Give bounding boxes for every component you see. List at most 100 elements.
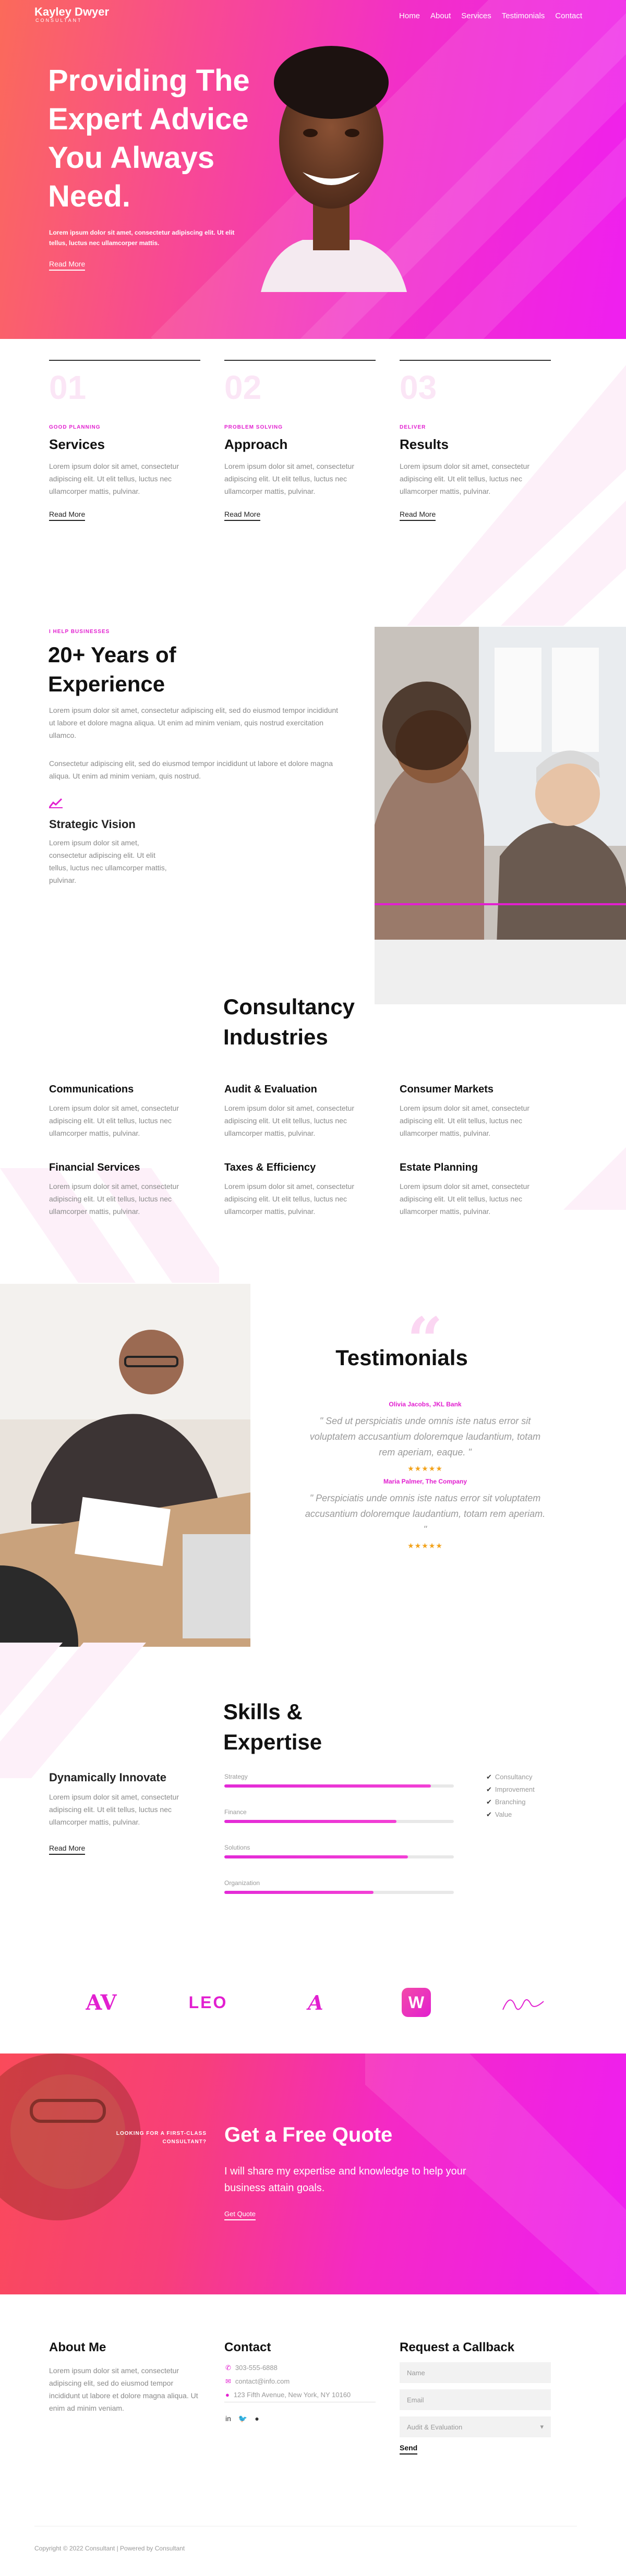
- send-button[interactable]: Send: [400, 2444, 418, 2455]
- feature-eyebrow: PROBLEM SOLVING: [224, 424, 283, 430]
- feature-read-more-button[interactable]: Read More: [400, 510, 436, 521]
- quote-title: Get a Free Quote: [224, 2123, 393, 2146]
- star-rating: ★★★★★: [407, 1541, 443, 1550]
- check-item: ✔ Value: [486, 1811, 512, 1818]
- skill-bar: Organization: [224, 1879, 454, 1894]
- consultancy-title: Consultancy Industries: [223, 994, 355, 1049]
- industry-text: Lorem ipsum dolor sit amet, consectetur …: [224, 1104, 354, 1137]
- hero-read-more-button[interactable]: Read More: [49, 260, 86, 271]
- feature-eyebrow: DELIVER: [400, 424, 426, 430]
- skill-fill: [224, 1820, 396, 1823]
- nav-contact[interactable]: Contact: [555, 11, 582, 20]
- callback-form: Name Email Audit & Evaluation ▾ Send: [400, 2362, 551, 2455]
- feature-card: 03 DELIVER Results Lorem ipsum dolor sit…: [400, 360, 551, 521]
- testimonials-title: Testimonials: [335, 1345, 468, 1370]
- hero-title: Providing The Expert Advice You Always N…: [48, 64, 250, 213]
- skill-fill: [224, 1891, 374, 1894]
- testimonial: Olivia Jacobs, JKL Bank " Sed ut perspic…: [303, 1401, 548, 1473]
- industry-title: Consumer Markets: [400, 1084, 494, 1095]
- industry-text: Lorem ipsum dolor sit amet, consectetur …: [224, 1182, 354, 1216]
- industry-title: Estate Planning: [400, 1162, 478, 1173]
- team-photo: [375, 627, 626, 1004]
- skills-checklist: ✔ Consultancy ✔ Improvement ✔ Branching ✔ Va…: [486, 1771, 535, 1821]
- skill-fill: [224, 1855, 408, 1858]
- feature-text: Lorem ipsum dolor sit amet, consectetur …: [224, 462, 354, 495]
- feature-number: 02: [224, 369, 262, 406]
- industry-text: Lorem ipsum dolor sit amet, consectetur …: [49, 1104, 179, 1137]
- experience-eyebrow: I HELP BUSINESSES: [49, 629, 110, 635]
- about-text: Lorem ipsum dolor sit amet, consectetur …: [49, 2366, 198, 2412]
- skill-fill: [224, 1784, 431, 1788]
- feature-number: 01: [49, 369, 87, 406]
- get-quote-button[interactable]: Get Quote: [224, 2210, 256, 2220]
- skills-side-title: Dynamically Innovate: [49, 1771, 166, 1784]
- service-select[interactable]: Audit & Evaluation ▾: [400, 2416, 551, 2437]
- feature-title: Results: [400, 436, 449, 452]
- star-rating: ★★★★★: [407, 1464, 443, 1473]
- check-icon: ✔: [486, 1811, 492, 1818]
- industry-text: Lorem ipsum dolor sit amet, consectetur …: [49, 1182, 179, 1216]
- linkedin-icon[interactable]: in: [225, 2414, 231, 2423]
- feature-number: 03: [400, 369, 437, 406]
- skills-read-more-button[interactable]: Read More: [49, 1844, 86, 1855]
- nav-home[interactable]: Home: [399, 11, 420, 20]
- contact-title: Contact: [224, 2340, 271, 2354]
- testimonial-author: Maria Palmer, The Company: [383, 1478, 467, 1485]
- name-field[interactable]: Name: [400, 2362, 551, 2383]
- testimonial-author: Olivia Jacobs, JKL Bank: [389, 1401, 462, 1408]
- feature-read-more-button[interactable]: Read More: [49, 510, 86, 521]
- contact-list: ✆ 303-555-6888 ✉ contact@info.com ● 123 Fif…: [225, 2361, 351, 2402]
- skill-label: Solutions: [224, 1844, 250, 1851]
- logo-w: W: [401, 1987, 432, 2018]
- check-icon: ✔: [486, 1773, 492, 1781]
- nav-services[interactable]: Services: [461, 11, 491, 20]
- contact-email[interactable]: ✉ contact@info.com: [225, 2375, 351, 2388]
- feature-card: 01 GOOD PLANNING Services Lorem ipsum do…: [49, 360, 200, 521]
- social-links: in 🐦 ●: [225, 2414, 259, 2423]
- brand-name[interactable]: Kayley Dwyer: [34, 5, 109, 19]
- check-item: ✔ Improvement: [486, 1785, 535, 1793]
- nav-about[interactable]: About: [430, 11, 451, 20]
- quote-subtitle: I will share my expertise and knowledge …: [224, 2166, 466, 2194]
- contact-address: ● 123 Fifth Avenue, New York, NY 10160: [225, 2391, 351, 2399]
- industry-item: Consumer Markets Lorem ipsum dolor sit a…: [400, 1084, 556, 1139]
- callback-title: Request a Callback: [400, 2340, 515, 2354]
- contact-phone[interactable]: ✆ 303-555-6888: [225, 2361, 351, 2375]
- client-logos: AV LEO A W: [0, 1987, 626, 2023]
- email-field[interactable]: Email: [400, 2389, 551, 2410]
- mail-icon: ✉: [225, 2377, 231, 2385]
- about-title: About Me: [49, 2340, 106, 2354]
- feature-read-more-button[interactable]: Read More: [224, 510, 261, 521]
- testimonial: Maria Palmer, The Company " Perspiciatis…: [303, 1478, 548, 1550]
- industry-text: Lorem ipsum dolor sit amet, consectetur …: [400, 1182, 529, 1216]
- location-icon: ●: [225, 2391, 230, 2399]
- skill-label: Finance: [224, 1808, 247, 1816]
- github-icon[interactable]: ●: [255, 2414, 259, 2423]
- testimonial-quote: " Perspiciatis unde omnis iste natus err…: [305, 1493, 546, 1535]
- skill-bar: Solutions: [224, 1844, 454, 1858]
- skill-label: Organization: [224, 1879, 260, 1887]
- skills-side-text: Lorem ipsum dolor sit amet, consectetur …: [49, 1793, 179, 1826]
- logo-leo: LEO: [188, 1992, 228, 2012]
- logo-signature: [502, 1999, 544, 2010]
- industry-item: Communications Lorem ipsum dolor sit ame…: [49, 1084, 206, 1139]
- industry-title: Audit & Evaluation: [224, 1084, 317, 1095]
- testimonial-quote: " Sed ut perspiciatis unde omnis iste na…: [309, 1416, 541, 1457]
- industry-title: Financial Services: [49, 1162, 140, 1173]
- skills-title: Skills & Expertise: [223, 1699, 322, 1754]
- logo-av: AV: [86, 1990, 117, 2015]
- feature-text: Lorem ipsum dolor sit amet, consectetur …: [49, 462, 179, 495]
- nav-testimonials[interactable]: Testimonials: [502, 11, 545, 20]
- feature-title: Approach: [224, 436, 288, 452]
- main-nav: Home About Services Testimonials Contact: [399, 11, 582, 20]
- experience-paragraph: Lorem ipsum dolor sit amet, consectetur …: [49, 706, 339, 739]
- hero-subtitle: Lorem ipsum dolor sit amet, consectetur …: [49, 229, 235, 247]
- industry-title: Communications: [49, 1084, 134, 1095]
- feature-card: 02 PROBLEM SOLVING Approach Lorem ipsum …: [224, 360, 376, 521]
- chart-line-icon: [49, 798, 63, 808]
- skill-bar: Finance: [224, 1808, 454, 1823]
- vision-text: Lorem ipsum dolor sit amet, consectetur …: [49, 839, 167, 884]
- feature-title: Services: [49, 436, 105, 452]
- check-item: ✔ Consultancy: [486, 1773, 533, 1781]
- twitter-icon[interactable]: 🐦: [238, 2414, 247, 2423]
